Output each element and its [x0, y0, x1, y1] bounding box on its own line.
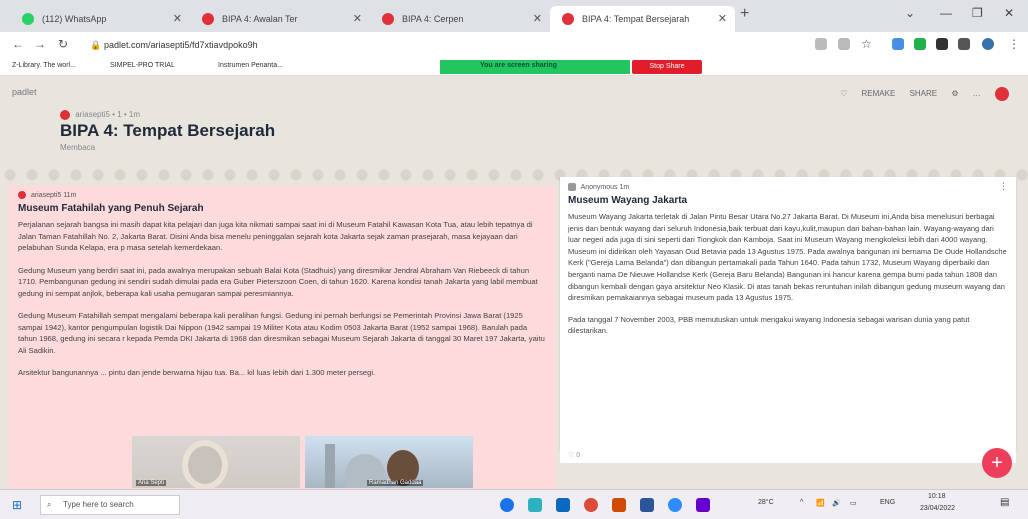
maximize-icon[interactable]: ❐	[972, 6, 983, 20]
post-body: Museum Wayang Jakarta terletak di Jalan …	[568, 212, 1007, 336]
video-tile-participant[interactable]: Ramadhan Gaddaa	[305, 436, 473, 488]
board-subtitle: Membaca	[60, 143, 96, 152]
tray-chevron-icon[interactable]: ^	[800, 499, 803, 506]
post-author: ariasepti5 11m	[18, 191, 546, 199]
profile-avatar[interactable]	[982, 38, 994, 50]
chrome-icon[interactable]	[584, 498, 598, 512]
search-icon: ⌕	[47, 500, 52, 509]
network-icon[interactable]: 📶	[816, 499, 825, 507]
close-tab-icon[interactable]: ✕	[353, 6, 362, 32]
weather-readout[interactable]: 28°C	[758, 499, 774, 506]
close-tab-icon[interactable]: ✕	[718, 6, 727, 32]
notification-icon[interactable]: ▤	[1000, 497, 1009, 508]
install-icon[interactable]	[815, 38, 827, 50]
browser-tab-bar: (112) WhatsApp ✕ BIPA 4: Awalan Ter ✕ BI…	[0, 0, 1028, 32]
language-indicator[interactable]: ENG	[880, 499, 895, 506]
bookmark-instrumen[interactable]: Instrumen Penanta...	[218, 62, 283, 69]
extension-icon[interactable]	[936, 38, 948, 50]
store-icon[interactable]	[556, 498, 570, 512]
heart-icon[interactable]: ♡	[840, 89, 847, 98]
tab-tempat-bersejarah[interactable]: BIPA 4: Tempat Bersejarah ✕	[550, 6, 735, 32]
tab-whatsapp[interactable]: (112) WhatsApp ✕	[10, 6, 190, 32]
extension-icon[interactable]	[914, 38, 926, 50]
forward-icon[interactable]: →	[34, 37, 46, 51]
close-tab-icon[interactable]: ✕	[533, 6, 542, 32]
remake-button[interactable]: REMAKE	[862, 89, 896, 98]
clock-time[interactable]: 10:18	[928, 493, 946, 500]
post-author: Anonymous 1m	[568, 183, 1008, 191]
tab-cerpen[interactable]: BIPA 4: Cerpen ✕	[370, 6, 550, 32]
reload-icon[interactable]: ↻	[58, 37, 68, 51]
add-post-button[interactable]: +	[982, 448, 1012, 478]
windows-taskbar: ⊞ ⌕ Type here to search 28°C ^ 📶 🔊 ▭ ENG…	[0, 489, 1028, 519]
padlet-icon	[202, 13, 214, 25]
screen-share-banner: You are screen sharing	[440, 60, 630, 74]
bookmark-simpel[interactable]: SIMPEL-PRO TRIAL	[110, 62, 175, 69]
tab-search-icon[interactable]: ⌄	[905, 6, 915, 20]
taskbar-search-input[interactable]: ⌕ Type here to search	[40, 495, 180, 515]
like-heart-icon[interactable]: ♡	[568, 452, 574, 459]
tab-awalan-ter[interactable]: BIPA 4: Awalan Ter ✕	[190, 6, 370, 32]
bookmark-star-icon[interactable]: ☆	[861, 37, 872, 51]
minaret-shape	[325, 444, 335, 488]
post-title: Museum Fatahilah yang Penuh Sejarah	[18, 203, 204, 214]
back-icon[interactable]: ←	[12, 37, 24, 51]
board-author: ariasepti5 • 1 • 1m	[60, 110, 140, 120]
lock-icon: 🔒	[90, 40, 102, 50]
app-icon[interactable]	[696, 498, 710, 512]
post-menu-icon[interactable]: ⋮	[999, 181, 1008, 192]
share-page-icon[interactable]	[838, 38, 850, 50]
person-avatar	[182, 440, 228, 488]
more-icon[interactable]: …	[973, 89, 981, 98]
padlet-icon	[382, 13, 394, 25]
share-button[interactable]: SHARE	[910, 89, 938, 98]
post-reactions[interactable]: ♡ 0	[560, 449, 1016, 463]
post-body: Perjalanan sejarah bangsa ini masih dapa…	[18, 220, 545, 377]
padlet-logo[interactable]: padlet	[12, 87, 37, 97]
zoom-icon[interactable]	[668, 498, 682, 512]
extension-icon[interactable]	[892, 38, 904, 50]
minimize-icon[interactable]: —	[940, 6, 952, 20]
post-card-wayang[interactable]: ⋮ Anonymous 1m Museum Wayang Jakarta Mus…	[560, 177, 1016, 449]
taskview-icon[interactable]	[500, 498, 514, 512]
author-avatar	[18, 191, 26, 199]
author-avatar	[60, 110, 70, 120]
puzzle-icon[interactable]	[958, 38, 970, 50]
padlet-toolbar: ♡ REMAKE SHARE ⚙ …	[828, 87, 1012, 101]
word-icon[interactable]	[640, 498, 654, 512]
address-bar-row: ← → ↻ 🔒 padlet.com/ariasepti5/fd7xtiavdp…	[0, 32, 1028, 58]
whatsapp-icon	[22, 13, 34, 25]
padlet-avatar[interactable]	[995, 87, 1009, 101]
padlet-icon	[562, 13, 574, 25]
post-title: Museum Wayang Jakarta	[568, 195, 688, 206]
url-field[interactable]: 🔒 padlet.com/ariasepti5/fd7xtiavdpoko9h	[90, 36, 790, 54]
battery-icon[interactable]: ▭	[850, 499, 857, 507]
clock-date[interactable]: 23/04/2022	[920, 505, 955, 512]
menu-kebab-icon[interactable]: ⋮	[1008, 37, 1020, 51]
padlet-board: padlet ♡ REMAKE SHARE ⚙ … ariasepti5 • 1…	[0, 77, 1028, 489]
settings-gear-icon[interactable]: ⚙	[951, 89, 958, 98]
powerpoint-icon[interactable]	[612, 498, 626, 512]
windows-start-icon[interactable]: ⊞	[12, 498, 22, 512]
edge-icon[interactable]	[528, 498, 542, 512]
bookmark-zlibrary[interactable]: Z-Library. The worl...	[12, 62, 76, 69]
video-tile-presenter[interactable]: Aria Septi	[132, 436, 300, 488]
stop-share-button[interactable]: Stop Share	[632, 60, 702, 74]
close-window-icon[interactable]: ✕	[1004, 6, 1014, 20]
anonymous-avatar	[568, 183, 576, 191]
page-title: BIPA 4: Tempat Bersejarah	[60, 121, 276, 140]
volume-icon[interactable]: 🔊	[832, 499, 841, 507]
close-tab-icon[interactable]: ✕	[173, 6, 182, 32]
new-tab-icon[interactable]: +	[740, 5, 749, 23]
